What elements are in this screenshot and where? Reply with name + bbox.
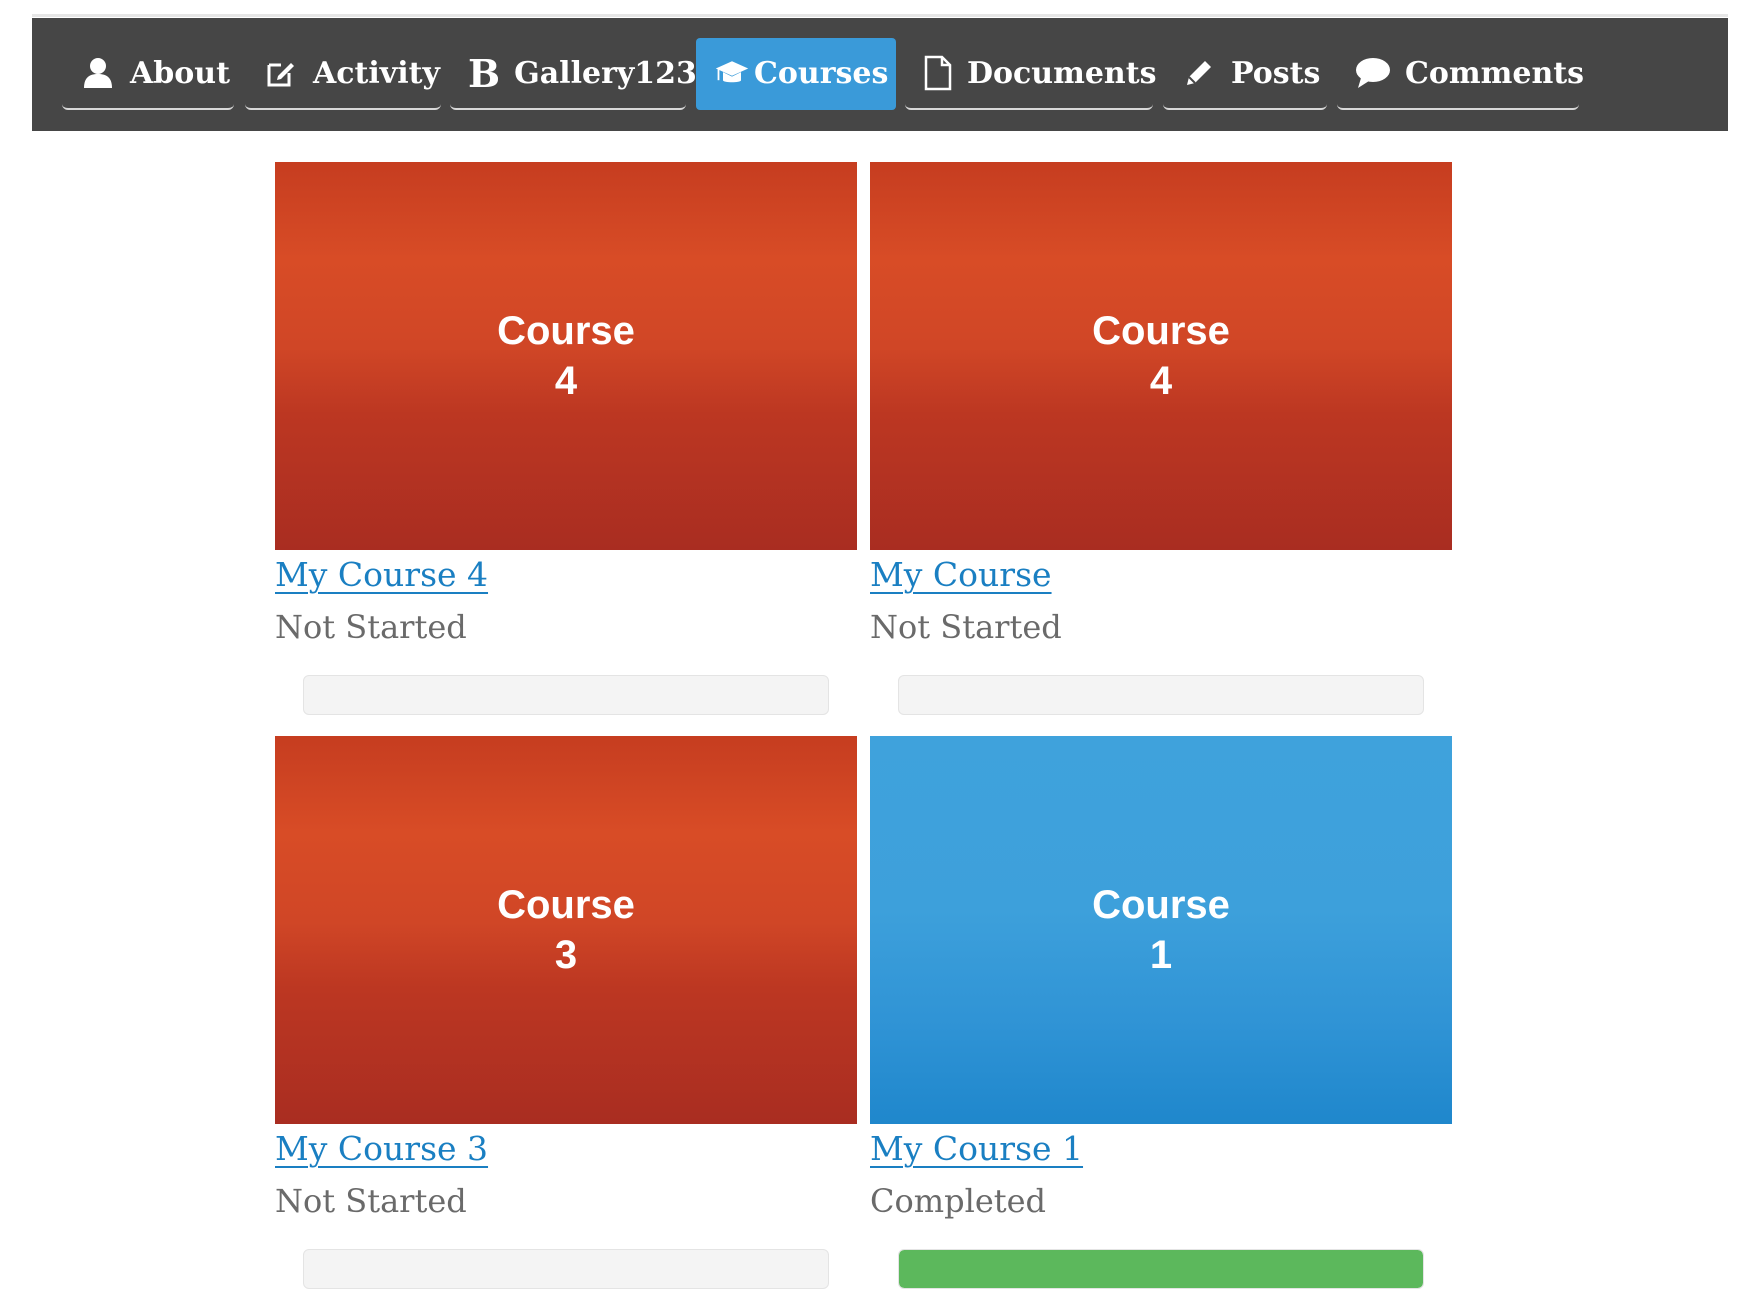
course-title-link[interactable]: My Course — [870, 555, 1052, 594]
course-progress-bar — [898, 1249, 1424, 1289]
course-status: Not Started — [870, 608, 1062, 646]
tab-documents[interactable]: Documents — [905, 38, 1157, 110]
course-title-link[interactable]: My Course 1 — [870, 1129, 1083, 1168]
tab-label: Documents — [967, 55, 1157, 91]
top-divider — [32, 14, 1728, 17]
tab-gallery123[interactable]: B Gallery123 — [450, 38, 697, 110]
tab-activity[interactable]: Activity — [245, 38, 441, 110]
thumbnail-number: 4 — [554, 359, 578, 403]
course-title-link[interactable]: My Course 4 — [275, 555, 488, 594]
course-progress-bar — [303, 675, 829, 715]
thumbnail-title: Course — [497, 883, 635, 927]
course-progress-bar — [898, 675, 1424, 715]
course-thumbnail[interactable]: Course 3 — [275, 736, 857, 1124]
tab-label: Activity — [313, 55, 440, 91]
course-status: Not Started — [275, 1182, 467, 1220]
course-thumbnail[interactable]: Course 1 — [870, 736, 1452, 1124]
thumbnail-number: 4 — [1149, 359, 1173, 403]
course-status: Not Started — [275, 608, 467, 646]
thumbnail-number: 1 — [1149, 933, 1173, 977]
progress-fill — [899, 1250, 1423, 1288]
course-status: Completed — [870, 1182, 1047, 1220]
course-thumbnail[interactable]: Course 4 — [870, 162, 1452, 550]
thumbnail-title: Course — [1092, 883, 1230, 927]
course-thumbnail[interactable]: Course 4 — [275, 162, 857, 550]
tab-label: Courses — [754, 55, 889, 91]
course-title-link[interactable]: My Course 3 — [275, 1129, 488, 1168]
tab-label: Posts — [1231, 55, 1321, 91]
bold-b-icon: B — [468, 50, 501, 96]
graduation-cap-icon — [714, 55, 750, 91]
tab-courses[interactable]: Courses — [696, 38, 896, 110]
user-icon — [80, 55, 116, 91]
tab-posts[interactable]: Posts — [1163, 38, 1327, 110]
document-icon — [923, 55, 953, 91]
tab-label: Gallery123 — [514, 55, 697, 91]
thumbnail-title: Course — [1092, 309, 1230, 353]
thumbnail-number: 3 — [554, 933, 578, 977]
tab-label: Comments — [1405, 55, 1585, 91]
tab-comments[interactable]: Comments — [1337, 38, 1584, 110]
thumbnail-title: Course — [497, 309, 635, 353]
tab-about[interactable]: About — [62, 38, 234, 110]
speech-bubble-icon — [1355, 55, 1391, 91]
course-progress-bar — [303, 1249, 829, 1289]
edit-icon — [263, 55, 299, 91]
pencil-icon — [1181, 55, 1217, 91]
tab-label: About — [130, 55, 230, 91]
profile-tab-bar: About Activity B Gallery123 Courses Docu… — [32, 18, 1728, 131]
